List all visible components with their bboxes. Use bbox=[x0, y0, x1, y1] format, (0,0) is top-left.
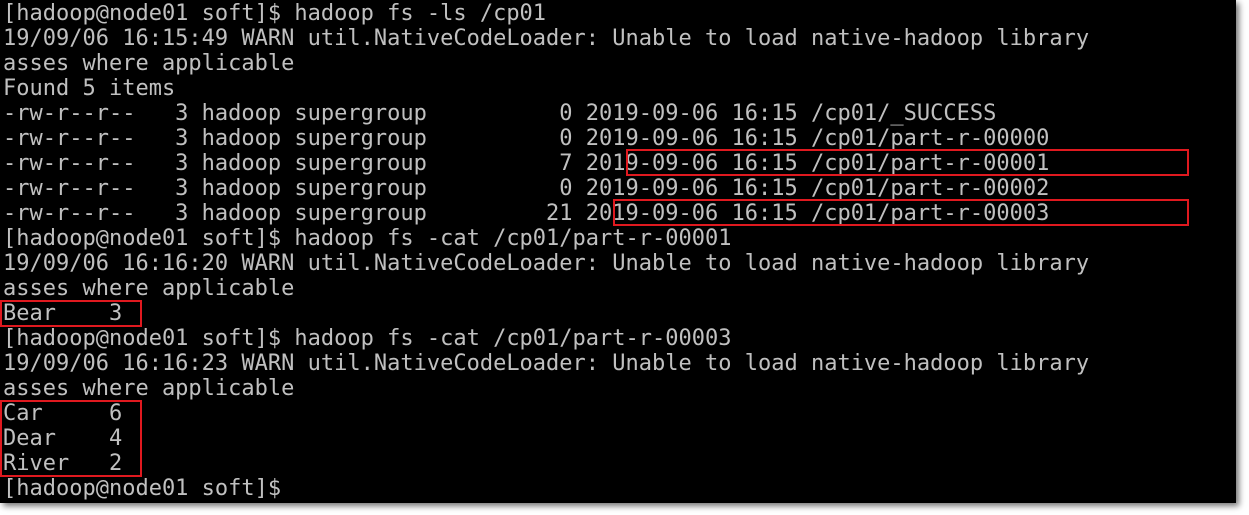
terminal-line-cat-00003: [hadoop@node01 soft]$ hadoop fs -cat /cp… bbox=[3, 326, 732, 351]
terminal-line-warn-cont: asses where applicable bbox=[3, 276, 295, 301]
terminal-line-warn: 19/09/06 16:16:20 WARN util.NativeCodeLo… bbox=[3, 251, 1090, 276]
terminal-line-warn-cont: asses where applicable bbox=[3, 376, 295, 401]
terminal-line-ls-command: [hadoop@node01 soft]$ hadoop fs -ls /cp0… bbox=[3, 1, 547, 26]
terminal-line-file-success: -rw-r--r-- 3 hadoop supergroup 0 2019-09… bbox=[3, 101, 997, 126]
terminal-line-output-river: River 2 bbox=[3, 451, 123, 476]
terminal-line-file-00002: -rw-r--r-- 3 hadoop supergroup 0 2019-09… bbox=[3, 176, 1050, 201]
terminal-line-output-dear: Dear 4 bbox=[3, 426, 123, 451]
terminal-line-warn: 19/09/06 16:15:49 WARN util.NativeCodeLo… bbox=[3, 26, 1090, 51]
terminal-line-prompt: [hadoop@node01 soft]$ bbox=[3, 476, 282, 501]
terminal-line-file-00003: -rw-r--r-- 3 hadoop supergroup 21 2019-0… bbox=[3, 201, 1050, 226]
terminal-line-file-00001: -rw-r--r-- 3 hadoop supergroup 7 2019-09… bbox=[3, 151, 1050, 176]
terminal-line-output-bear: Bear 3 bbox=[3, 301, 123, 326]
terminal-line-warn-cont: asses where applicable bbox=[3, 51, 295, 76]
terminal-line-warn: 19/09/06 16:16:23 WARN util.NativeCodeLo… bbox=[3, 351, 1090, 376]
terminal-window[interactable]: [hadoop@node01 soft]$ hadoop fs -ls /cp0… bbox=[0, 0, 1236, 503]
terminal-line-cat-00001: [hadoop@node01 soft]$ hadoop fs -cat /cp… bbox=[3, 226, 732, 251]
terminal-line-found-items: Found 5 items bbox=[3, 76, 176, 101]
terminal-line-file-00000: -rw-r--r-- 3 hadoop supergroup 0 2019-09… bbox=[3, 126, 1050, 151]
terminal-line-output-car: Car 6 bbox=[3, 401, 123, 426]
